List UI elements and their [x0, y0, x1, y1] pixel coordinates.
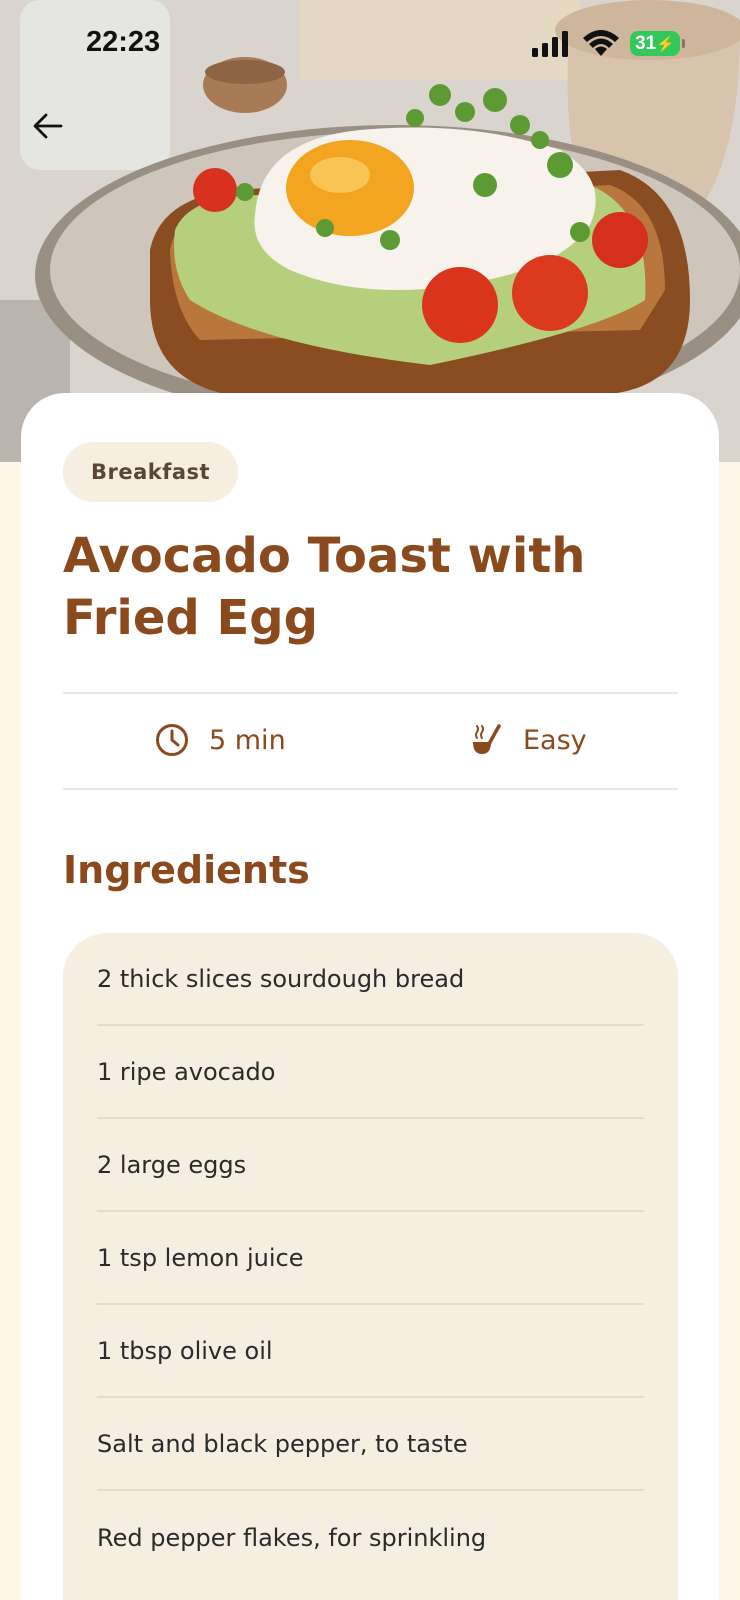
ingredient-item: Red pepper flakes, for sprinkling — [97, 1523, 487, 1552]
difficulty: Easy — [469, 718, 587, 762]
wifi-icon — [583, 30, 619, 56]
ingredients-heading: Ingredients — [63, 848, 310, 892]
signal-icon — [532, 31, 568, 57]
ingredients-list: 2 thick slices sourdough bread 1 ripe av… — [63, 933, 678, 1600]
status-time: 22:23 — [86, 26, 161, 58]
ingredient-item: 1 tsp lemon juice — [97, 1212, 644, 1305]
arrow-left-icon — [33, 113, 63, 139]
ladle-icon — [473, 724, 501, 754]
meta-divider-top — [63, 692, 678, 694]
clock-icon — [156, 724, 188, 756]
difficulty-value: Easy — [523, 724, 587, 756]
battery-indicator: 31⚡ — [630, 31, 685, 56]
ingredient-item: Salt and black pepper, to taste — [97, 1398, 644, 1491]
back-button[interactable] — [26, 104, 70, 148]
cook-time: 5 min — [155, 718, 286, 762]
ingredient-item: 2 thick slices sourdough bread — [97, 933, 644, 1026]
battery-charging-icon: ⚡ — [656, 36, 675, 53]
cook-time-value: 5 min — [209, 724, 286, 756]
category-chip[interactable]: Breakfast — [63, 442, 239, 502]
recipe-detail-card: Breakfast Avocado Toast with Fried Egg 5… — [21, 393, 719, 1600]
ingredient-item: 1 ripe avocado — [97, 1026, 644, 1119]
status-bar: 22:23 31⚡ — [0, 0, 740, 90]
meta-divider-bottom — [63, 788, 678, 790]
ingredient-item: 2 large eggs — [97, 1119, 644, 1212]
battery-level: 31 — [635, 33, 657, 54]
ingredient-item: 1 tbsp olive oil — [97, 1305, 644, 1398]
recipe-title: Avocado Toast with Fried Egg — [63, 528, 586, 646]
